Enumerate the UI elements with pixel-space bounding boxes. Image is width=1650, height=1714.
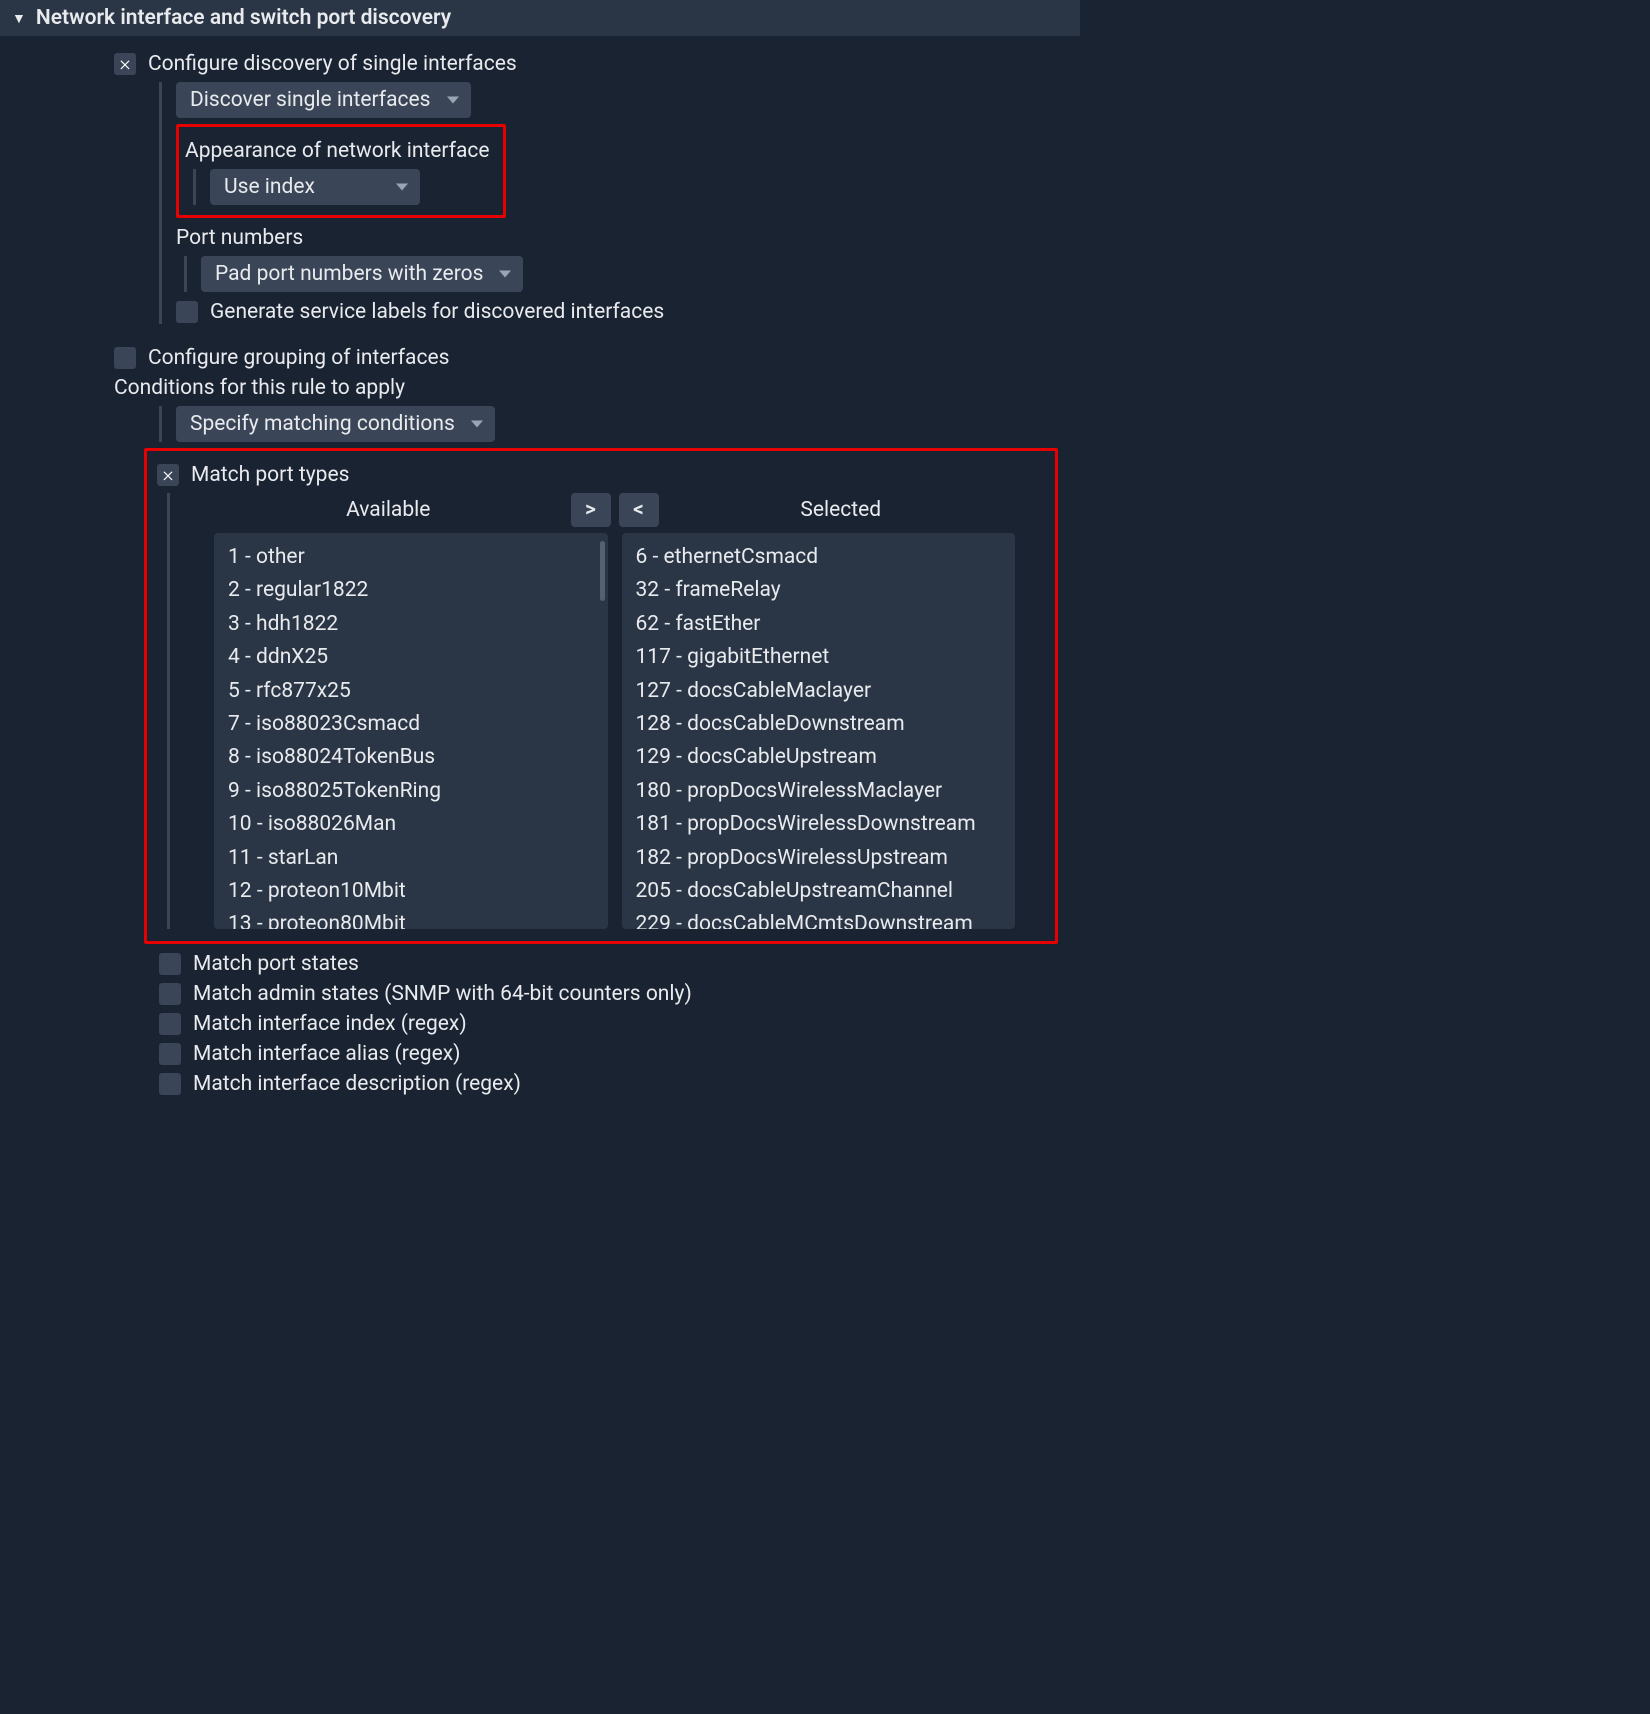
- select-appearance-value: Use index: [224, 175, 315, 199]
- available-title: Available: [214, 498, 563, 522]
- label-match-port-states: Match port states: [193, 952, 359, 976]
- available-listbox[interactable]: 1 - other2 - regular18223 - hdh18224 - d…: [214, 533, 608, 929]
- match-options-block: Match port states Match admin states (SN…: [159, 952, 1066, 1096]
- label-conditions: Conditions for this rule to apply: [114, 376, 1066, 400]
- select-conditions-value: Specify matching conditions: [190, 412, 455, 436]
- label-match-port-types: Match port types: [191, 463, 349, 487]
- list-item[interactable]: 2 - regular1822: [224, 574, 598, 607]
- highlight-match-port-types: Match port types Available > < Selected …: [144, 448, 1058, 944]
- list-item[interactable]: 128 - docsCableDownstream: [632, 708, 1006, 741]
- list-item[interactable]: 3 - hdh1822: [224, 608, 598, 641]
- label-port-numbers: Port numbers: [176, 226, 1066, 250]
- list-item[interactable]: 182 - propDocsWirelessUpstream: [632, 842, 1006, 875]
- label-match-if-index: Match interface index (regex): [193, 1012, 467, 1036]
- chevron-down-icon: [471, 421, 483, 428]
- list-item[interactable]: 11 - starLan: [224, 842, 598, 875]
- selected-title: Selected: [667, 498, 1016, 522]
- list-item[interactable]: 1 - other: [224, 541, 598, 574]
- highlight-appearance: Appearance of network interface Use inde…: [176, 124, 506, 218]
- select-port-numbers[interactable]: Pad port numbers with zeros: [201, 256, 523, 292]
- label-configure-grouping: Configure grouping of interfaces: [148, 346, 449, 370]
- conditions-block: Specify matching conditions: [159, 406, 1066, 442]
- config-panel: ▼ Network interface and switch port disc…: [0, 0, 1080, 1124]
- chevron-down-icon: [447, 97, 459, 104]
- scrollbar-thumb[interactable]: [600, 541, 605, 601]
- selected-listbox[interactable]: 6 - ethernetCsmacd32 - frameRelay62 - fa…: [622, 533, 1016, 929]
- list-item[interactable]: 13 - proteon80Mbit: [224, 908, 598, 929]
- list-item[interactable]: 6 - ethernetCsmacd: [632, 541, 1006, 574]
- label-appearance: Appearance of network interface: [185, 139, 497, 163]
- single-interfaces-block: Discover single interfaces Appearance of…: [159, 82, 1066, 324]
- list-item[interactable]: 181 - propDocsWirelessDownstream: [632, 808, 1006, 841]
- collapse-triangle-icon: ▼: [12, 10, 26, 27]
- checkbox-match-port-types[interactable]: [157, 464, 179, 486]
- list-item[interactable]: 32 - frameRelay: [632, 574, 1006, 607]
- duallist-header: Available > < Selected: [214, 493, 1015, 527]
- checkbox-generate-labels[interactable]: [176, 301, 198, 323]
- checkbox-match-if-desc[interactable]: [159, 1073, 181, 1095]
- label-match-if-alias: Match interface alias (regex): [193, 1042, 460, 1066]
- list-item[interactable]: 7 - iso88023Csmacd: [224, 708, 598, 741]
- checkbox-configure-single[interactable]: [114, 53, 136, 75]
- panel-title: Network interface and switch port discov…: [36, 6, 451, 30]
- list-item[interactable]: 117 - gigabitEthernet: [632, 641, 1006, 674]
- checkbox-match-port-states[interactable]: [159, 953, 181, 975]
- label-match-admin-states: Match admin states (SNMP with 64-bit cou…: [193, 982, 692, 1006]
- select-discover-single-value: Discover single interfaces: [190, 88, 431, 112]
- checkbox-match-if-index[interactable]: [159, 1013, 181, 1035]
- row-configure-single: Configure discovery of single interfaces: [114, 52, 1066, 76]
- select-appearance[interactable]: Use index: [210, 169, 420, 205]
- chevron-down-icon: [499, 271, 511, 278]
- list-item[interactable]: 127 - docsCableMaclayer: [632, 675, 1006, 708]
- chevron-down-icon: [396, 184, 408, 191]
- panel-body: Configure discovery of single interfaces…: [0, 36, 1080, 1112]
- select-port-numbers-value: Pad port numbers with zeros: [215, 262, 483, 286]
- list-item[interactable]: 12 - proteon10Mbit: [224, 875, 598, 908]
- select-discover-single[interactable]: Discover single interfaces: [176, 82, 471, 118]
- list-item[interactable]: 129 - docsCableUpstream: [632, 741, 1006, 774]
- move-right-button[interactable]: >: [571, 493, 611, 527]
- list-item[interactable]: 5 - rfc877x25: [224, 675, 598, 708]
- checkbox-configure-grouping[interactable]: [114, 347, 136, 369]
- list-item[interactable]: 229 - docsCableMCmtsDownstream: [632, 908, 1006, 929]
- list-item[interactable]: 205 - docsCableUpstreamChannel: [632, 875, 1006, 908]
- checkbox-match-if-alias[interactable]: [159, 1043, 181, 1065]
- x-icon: [161, 468, 175, 482]
- list-item[interactable]: 4 - ddnX25: [224, 641, 598, 674]
- list-item[interactable]: 180 - propDocsWirelessMaclayer: [632, 775, 1006, 808]
- row-configure-grouping: Configure grouping of interfaces: [114, 346, 1066, 370]
- list-item[interactable]: 8 - iso88024TokenBus: [224, 741, 598, 774]
- label-generate-labels: Generate service labels for discovered i…: [210, 300, 664, 324]
- checkbox-match-admin-states[interactable]: [159, 983, 181, 1005]
- panel-header[interactable]: ▼ Network interface and switch port disc…: [0, 0, 1080, 36]
- list-item[interactable]: 9 - iso88025TokenRing: [224, 775, 598, 808]
- list-item[interactable]: 10 - iso88026Man: [224, 808, 598, 841]
- x-icon: [118, 57, 132, 71]
- select-conditions[interactable]: Specify matching conditions: [176, 406, 495, 442]
- label-configure-single: Configure discovery of single interfaces: [148, 52, 517, 76]
- list-item[interactable]: 62 - fastEther: [632, 608, 1006, 641]
- move-left-button[interactable]: <: [619, 493, 659, 527]
- label-match-if-desc: Match interface description (regex): [193, 1072, 521, 1096]
